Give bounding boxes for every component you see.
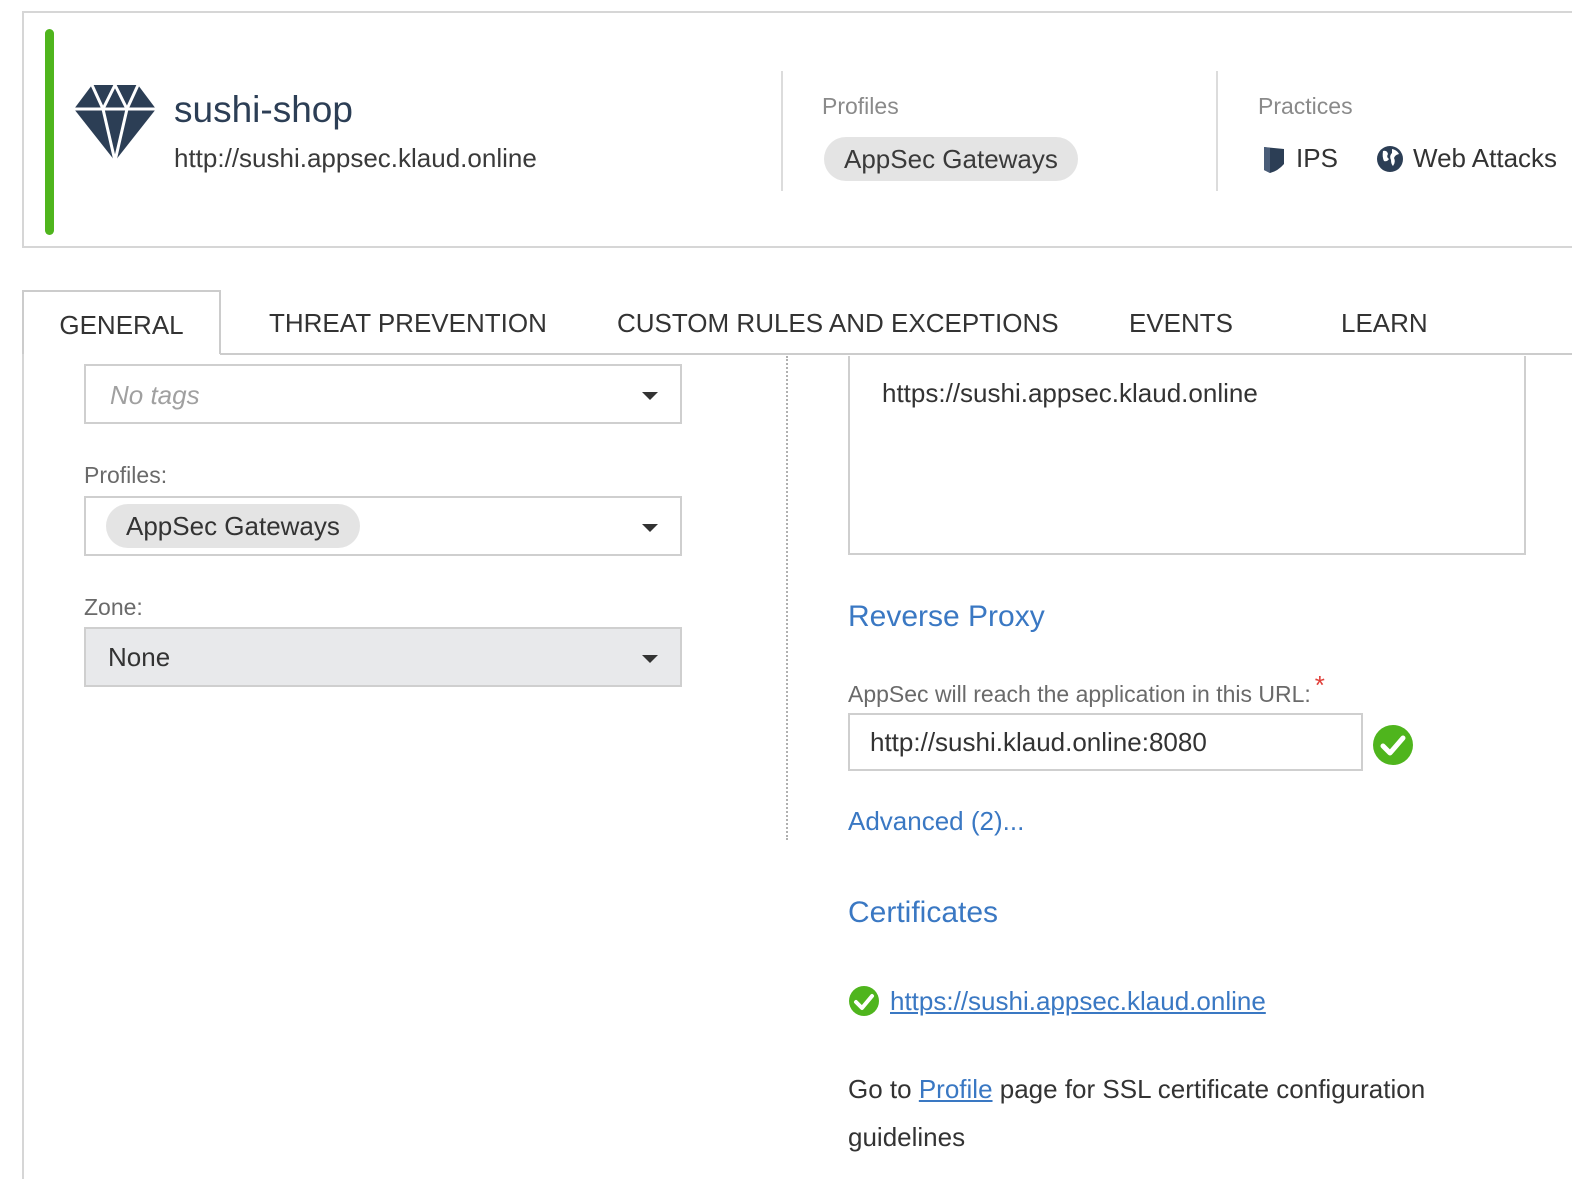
profiles-label: Profiles [822,93,899,119]
tab-events[interactable]: EVENTS [1129,290,1233,354]
zone-value: None [108,642,171,672]
reverse-proxy-title: Reverse Proxy [848,600,1045,633]
zone-select[interactable]: None [84,627,682,687]
tab-custom-rules-and-exceptions[interactable]: CUSTOM RULES AND EXCEPTIONS [617,290,1059,354]
practice-label: IPS [1296,143,1338,173]
profile-chip[interactable]: AppSec Gateways [824,137,1078,181]
header-divider [1216,71,1218,191]
profiles-field-label: Profiles: [84,462,168,488]
certificate-link[interactable]: https://sushi.appsec.klaud.online [890,986,1266,1017]
column-divider [786,356,788,840]
asset-header-card: sushi-shop http://sushi.appsec.klaud.onl… [22,11,1572,248]
profile-link[interactable]: Profile [919,1074,993,1104]
certificate-row: https://sushi.appsec.klaud.online [848,985,1266,1017]
profiles-select[interactable]: AppSec Gateways [84,496,682,556]
upstream-url-label: AppSec will reach the application in thi… [848,670,1325,709]
certificate-help-text: Go to Profile page for SSL certificate c… [848,1065,1528,1161]
asset-name: sushi-shop [174,89,353,130]
shield-icon [1264,146,1284,173]
chevron-down-icon [642,392,658,400]
profile-chip[interactable]: AppSec Gateways [106,504,360,548]
globe-icon [1377,145,1403,172]
urls-textarea[interactable]: https://sushi.appsec.klaud.online [848,356,1526,555]
zone-field-label: Zone: [84,594,143,620]
tab-general[interactable]: GENERAL [22,290,221,354]
practice-ips[interactable]: IPS [1258,143,1338,174]
chevron-down-icon [642,524,658,532]
help-prefix: Go to [848,1074,912,1104]
chevron-down-icon [642,655,658,663]
practice-label: Web Attacks [1413,143,1558,173]
gem-icon [74,83,156,162]
check-circle-icon [1373,725,1413,765]
certificates-title: Certificates [848,896,999,929]
asset-url: http://sushi.appsec.klaud.online [174,143,537,173]
required-mark: * [1314,670,1325,700]
check-circle-icon [849,986,879,1016]
practices-label: Practices [1258,93,1353,119]
header-divider [781,71,783,191]
upstream-url-label-text: AppSec will reach the application in thi… [848,681,1311,707]
advanced-link[interactable]: Advanced (2)... [848,806,1024,837]
tab-threat-prevention[interactable]: THREAT PREVENTION [269,290,547,354]
practice-web-attacks[interactable]: Web Attacks [1375,143,1557,174]
tab-learn[interactable]: LEARN [1341,290,1428,354]
tags-placeholder: No tags [110,380,200,410]
content-border [22,354,24,1179]
tags-select[interactable]: No tags [84,364,682,424]
status-indicator-bar [45,29,54,235]
upstream-url-input[interactable] [848,713,1363,771]
urls-value: https://sushi.appsec.klaud.online [882,378,1258,408]
